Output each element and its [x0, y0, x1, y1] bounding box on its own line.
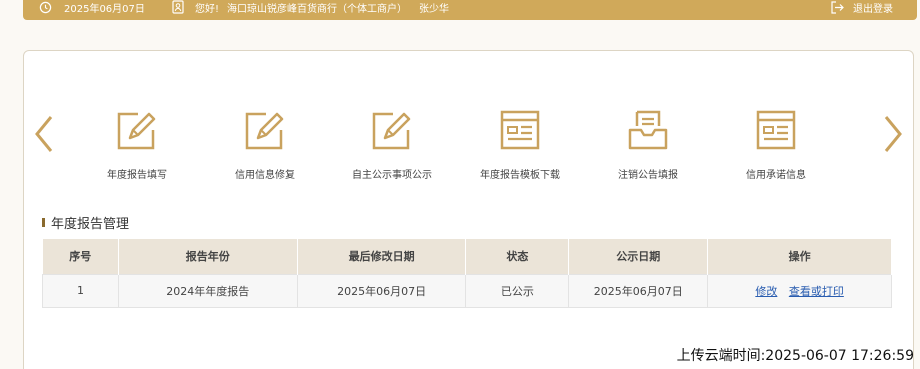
quick-link-label: 年度报告填写: [107, 170, 167, 181]
user-name: 张少华: [419, 3, 450, 15]
published-date: 2025年06月07日: [568, 273, 709, 308]
self-disclosure-link[interactable]: 自主公示事项公示: [342, 108, 442, 181]
date-text: 2025年06月07日: [64, 3, 145, 15]
template-download-link[interactable]: 年度报告模板下载: [470, 108, 570, 181]
logout-label: 退出登录: [853, 3, 893, 15]
column-header: 状态: [465, 239, 570, 274]
column-header: 序号: [42, 239, 119, 274]
edit-icon: [371, 108, 413, 154]
quick-link-label: 信用信息修复: [235, 170, 295, 181]
annual-report-table: 序号 报告年份 最后修改日期 状态 公示日期 操作 1 2024年年度报告 20…: [42, 239, 892, 308]
view-print-link[interactable]: 查看或打印: [789, 285, 844, 298]
deregistration-notice-link[interactable]: 注销公告填报: [598, 108, 698, 181]
section-title: 年度报告管理: [51, 217, 130, 232]
report-year: 2024年年度报告: [117, 273, 298, 308]
modified-date: 2025年06月07日: [296, 273, 467, 308]
template-icon: [499, 108, 541, 154]
table-row: 1 2024年年度报告 2025年06月07日 已公示 2025年06月07日 …: [42, 273, 892, 308]
chevron-right-icon: [884, 116, 902, 152]
logout-button[interactable]: 退出登录: [830, 0, 893, 15]
row-index: 1: [42, 273, 119, 308]
date-display: 2025年06月07日: [39, 0, 145, 15]
tray-icon: [627, 108, 669, 154]
edit-icon: [116, 108, 158, 154]
top-bar: 2025年06月07日 您好! 海口琼山锐彦峰百货商行（个体工商户） 张少华 退…: [23, 0, 917, 20]
actions-cell: 修改 查看或打印: [707, 273, 892, 308]
section-heading: 年度报告管理: [42, 213, 129, 232]
logout-icon: [831, 0, 844, 14]
template-icon: [755, 108, 797, 154]
user-info: 您好! 海口琼山锐彦峰百货商行（个体工商户） 张少华: [172, 0, 450, 15]
clock-icon: [39, 1, 52, 13]
annual-report-fill-link[interactable]: 年度报告填写: [87, 108, 187, 181]
quick-link-label: 注销公告填报: [618, 170, 678, 181]
upload-time: 上传云端时间:2025-06-07 17:26:59: [676, 348, 914, 364]
edit-icon: [244, 108, 286, 154]
status-cell: 已公示: [465, 273, 570, 308]
main-panel: [23, 50, 914, 369]
quick-link-label: 自主公示事项公示: [352, 170, 432, 181]
column-header: 报告年份: [118, 239, 298, 274]
table-header-row: 序号 报告年份 最后修改日期 状态 公示日期 操作: [42, 239, 892, 274]
chevron-left-icon: [35, 116, 53, 152]
column-header: 公示日期: [568, 239, 709, 274]
carousel-prev-button[interactable]: [32, 114, 56, 154]
credit-repair-link[interactable]: 信用信息修复: [215, 108, 315, 181]
edit-link[interactable]: 修改: [755, 285, 777, 298]
quick-link-label: 年度报告模板下载: [480, 170, 560, 181]
heading-marker: [42, 218, 45, 227]
quick-link-label: 信用承诺信息: [746, 170, 806, 181]
carousel-next-button[interactable]: [881, 114, 905, 154]
company-name: 海口琼山锐彦峰百货商行（个体工商户）: [227, 3, 408, 15]
column-header: 最后修改日期: [297, 239, 467, 274]
credit-commitment-link[interactable]: 信用承诺信息: [726, 108, 826, 181]
greeting-text: 您好!: [195, 3, 220, 15]
user-card-icon: [172, 0, 184, 14]
column-header: 操作: [707, 239, 892, 274]
